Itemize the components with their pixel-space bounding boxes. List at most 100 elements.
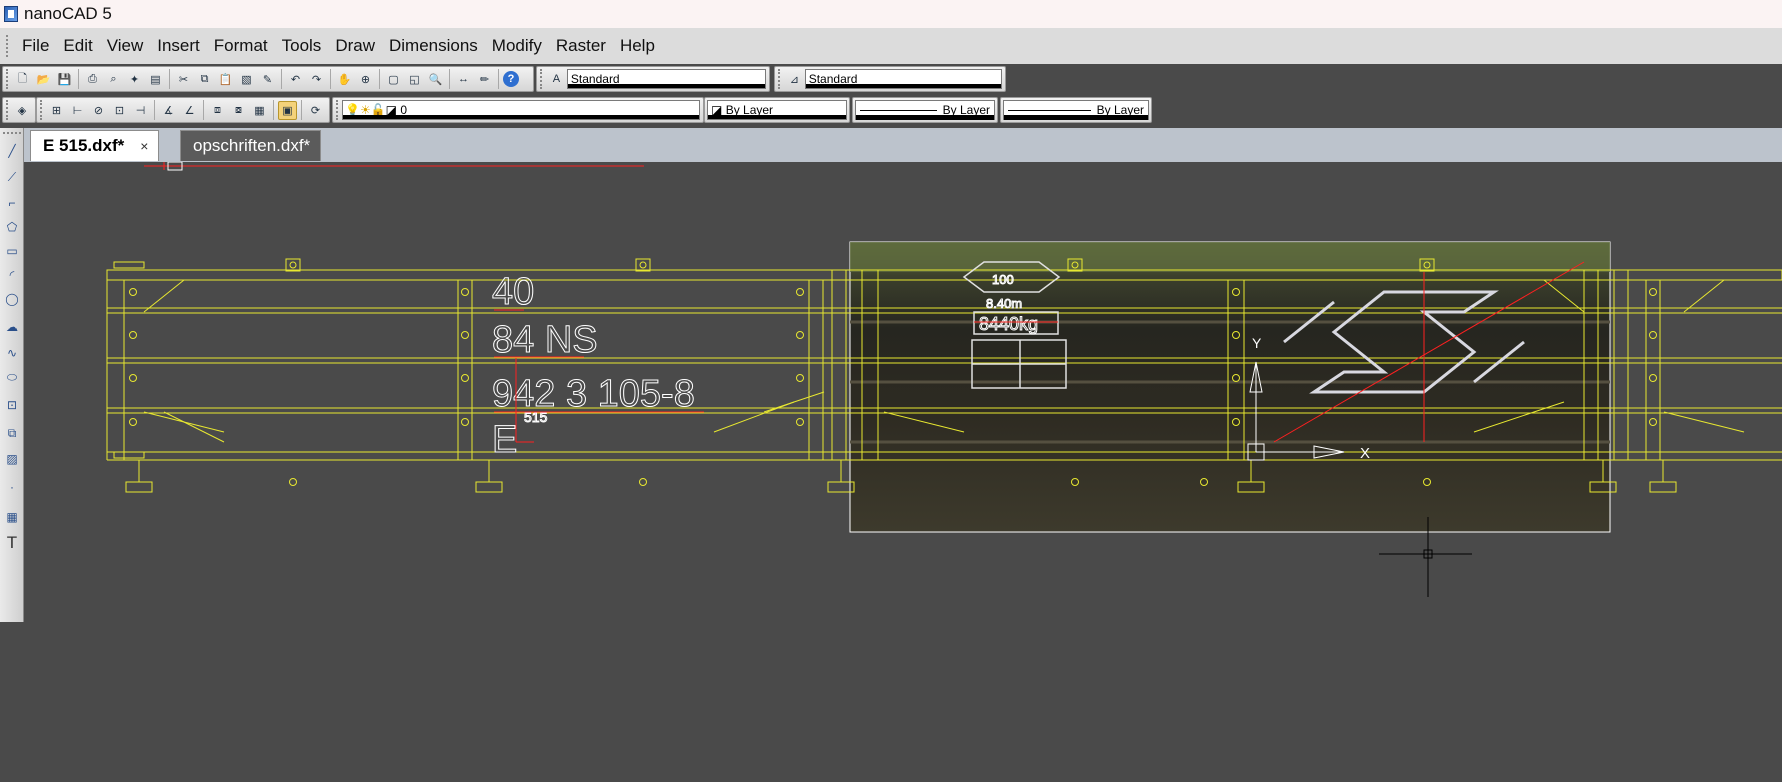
menu-edit[interactable]: Edit xyxy=(56,33,99,59)
tab-label: E 515.dxf* xyxy=(43,136,125,155)
tangent-icon[interactable]: ∡ xyxy=(159,101,178,120)
tab-label: opschriften.dxf* xyxy=(193,136,311,155)
pan-icon[interactable]: ✋ xyxy=(335,70,354,89)
properties-icon[interactable]: ▣ xyxy=(278,100,297,120)
menu-raster[interactable]: Raster xyxy=(549,33,613,59)
dimension-linear-icon[interactable]: ⊢ xyxy=(68,101,87,120)
toolbar-grip[interactable] xyxy=(540,69,543,89)
menu-help[interactable]: Help xyxy=(613,33,662,59)
menu-modify[interactable]: Modify xyxy=(485,33,549,59)
pencil-icon[interactable]: ✏ xyxy=(475,70,494,89)
polygon-icon[interactable]: ⬠ xyxy=(3,218,21,236)
text-icon[interactable]: T xyxy=(3,533,21,552)
marking-line-4: E xyxy=(492,419,517,461)
linetype-toolbar: By Layer xyxy=(852,97,998,123)
open-file-icon[interactable]: 📂 xyxy=(34,70,53,89)
draw-toolbar: ╱ ⟋ ⌐ ⬠ ▭ ◜ ◯ ☁ ∿ ⬭ ⊡ ⧉ ▨ · ▦ T xyxy=(0,128,24,622)
toolbar-grip[interactable] xyxy=(40,100,43,120)
toolbar-row-2: ◈ ⊞ ⊢ ⊘ ⊡ ⊣ ∡ ∠ ⧈ ⧇ ▦ ▣ ⟳ 💡☀🔓◪ 0 ◪ By La… xyxy=(0,95,1782,125)
table-icon[interactable]: ▦ xyxy=(3,508,21,526)
cut-icon[interactable]: ✂ xyxy=(174,70,193,89)
toolbar-grip[interactable] xyxy=(3,132,21,138)
tab-opschriften[interactable]: opschriften.dxf* xyxy=(180,130,322,161)
xline-icon[interactable]: ⟋ xyxy=(3,168,21,186)
line-icon[interactable]: ╱ xyxy=(3,142,21,160)
annotation-fragment xyxy=(144,162,644,171)
menu-file[interactable]: File xyxy=(15,33,56,59)
zoom-realtime-icon[interactable]: ⊕ xyxy=(356,70,375,89)
undo-icon[interactable]: ↶ xyxy=(286,70,305,89)
insert-block-icon[interactable]: ⧇ xyxy=(229,101,248,120)
nanocad-app-icon xyxy=(4,6,18,22)
save-icon[interactable]: 💾 xyxy=(55,70,74,89)
ellipse-icon[interactable]: ⬭ xyxy=(3,368,21,386)
menu-bar: File Edit View Insert Format Tools Draw … xyxy=(0,28,1782,64)
linetype-combo[interactable]: By Layer xyxy=(855,100,995,120)
zoom-window-icon[interactable]: ▢ xyxy=(384,70,403,89)
marking-line-2: 84 NS xyxy=(492,319,598,361)
menu-format[interactable]: Format xyxy=(207,33,275,59)
block-icon[interactable]: ⧈ xyxy=(208,101,227,120)
point-icon[interactable]: · xyxy=(3,478,21,496)
hatch-icon[interactable]: ▨ xyxy=(3,450,21,468)
menu-dimensions[interactable]: Dimensions xyxy=(382,33,485,59)
angle-icon[interactable]: ∠ xyxy=(180,101,199,120)
text-style-icon[interactable]: A xyxy=(547,70,566,89)
zoom-icon[interactable]: 🔍 xyxy=(426,70,445,89)
layer-toolbar: 💡☀🔓◪ 0 xyxy=(332,97,704,123)
lineweight-combo[interactable]: By Layer xyxy=(1003,100,1149,120)
spline-icon[interactable]: ∿ xyxy=(3,344,21,362)
copy-icon[interactable]: ⧉ xyxy=(195,70,214,89)
text-style-toolbar: A Standard xyxy=(536,66,770,92)
lineweight-toolbar: By Layer xyxy=(1000,97,1152,123)
arc-icon[interactable]: ◜ xyxy=(3,266,21,284)
close-icon[interactable]: × xyxy=(140,138,148,154)
match-properties-icon[interactable]: ▧ xyxy=(237,70,256,89)
menu-tools[interactable]: Tools xyxy=(275,33,329,59)
tab-e515[interactable]: E 515.dxf* × xyxy=(30,130,160,161)
polyline-icon[interactable]: ⌐ xyxy=(3,194,21,212)
attribute-icon[interactable]: ▦ xyxy=(250,101,269,120)
paste-icon[interactable]: 📋 xyxy=(216,70,235,89)
new-file-icon[interactable]: 🗋 xyxy=(13,70,32,89)
brush-icon[interactable]: ✎ xyxy=(258,70,277,89)
no-snap-icon[interactable]: ⊘ xyxy=(89,101,108,120)
color-combo[interactable]: ◪ By Layer xyxy=(707,100,847,120)
layer-manager-icon[interactable]: ◈ xyxy=(13,101,31,120)
grip-icon[interactable]: ⊞ xyxy=(47,101,66,120)
menu-view[interactable]: View xyxy=(100,33,151,59)
circle-icon[interactable]: ◯ xyxy=(3,290,21,308)
menu-grip[interactable] xyxy=(6,35,9,57)
dim-style-combo[interactable]: Standard xyxy=(804,69,1002,89)
make-block-icon[interactable]: ⧉ xyxy=(3,424,21,442)
print-preview-icon[interactable]: ⌕ xyxy=(104,70,123,89)
redo-icon[interactable]: ↷ xyxy=(307,70,326,89)
menu-draw[interactable]: Draw xyxy=(328,33,382,59)
menu-insert[interactable]: Insert xyxy=(150,33,207,59)
refresh-icon[interactable]: ⟳ xyxy=(306,101,325,120)
title-bar: nanoCAD 5 xyxy=(0,0,1782,28)
publish-icon[interactable]: ✦ xyxy=(125,70,144,89)
insert-block-icon[interactable]: ⊡ xyxy=(3,396,21,414)
marking-speed: 100 xyxy=(992,272,1014,287)
distance-icon[interactable]: ↔ xyxy=(454,70,473,89)
toolbar-grip[interactable] xyxy=(6,100,9,120)
drawing-canvas[interactable]: 40 84 NS 942 3 105-8 E 515 8440kg 100 8.… xyxy=(24,162,1782,782)
snap-toolbar: ⊞ ⊢ ⊘ ⊡ ⊣ ∡ ∠ ⧈ ⧇ ▦ ▣ ⟳ xyxy=(36,97,330,123)
snap-insert-icon[interactable]: ⊣ xyxy=(131,101,150,120)
print-icon[interactable]: ⎙ xyxy=(83,70,102,89)
help-icon[interactable]: ? xyxy=(503,71,519,87)
layer-combo[interactable]: 💡☀🔓◪ 0 xyxy=(342,100,700,120)
raster-photo[interactable] xyxy=(849,241,1611,533)
toolbar-grip[interactable] xyxy=(6,69,9,89)
toolbar-grip[interactable] xyxy=(336,100,339,120)
dim-style-icon[interactable]: ⊿ xyxy=(785,70,804,89)
text-style-combo[interactable]: Standard xyxy=(566,69,766,89)
revision-cloud-icon[interactable]: ☁ xyxy=(3,318,21,336)
snap-box-icon[interactable]: ⊡ xyxy=(110,101,129,120)
ucs-x-label: X xyxy=(1360,445,1370,462)
zoom-previous-icon[interactable]: ◱ xyxy=(405,70,424,89)
rectangle-icon[interactable]: ▭ xyxy=(3,242,21,260)
plot-icon[interactable]: ▤ xyxy=(146,70,165,89)
toolbar-grip[interactable] xyxy=(778,69,781,89)
